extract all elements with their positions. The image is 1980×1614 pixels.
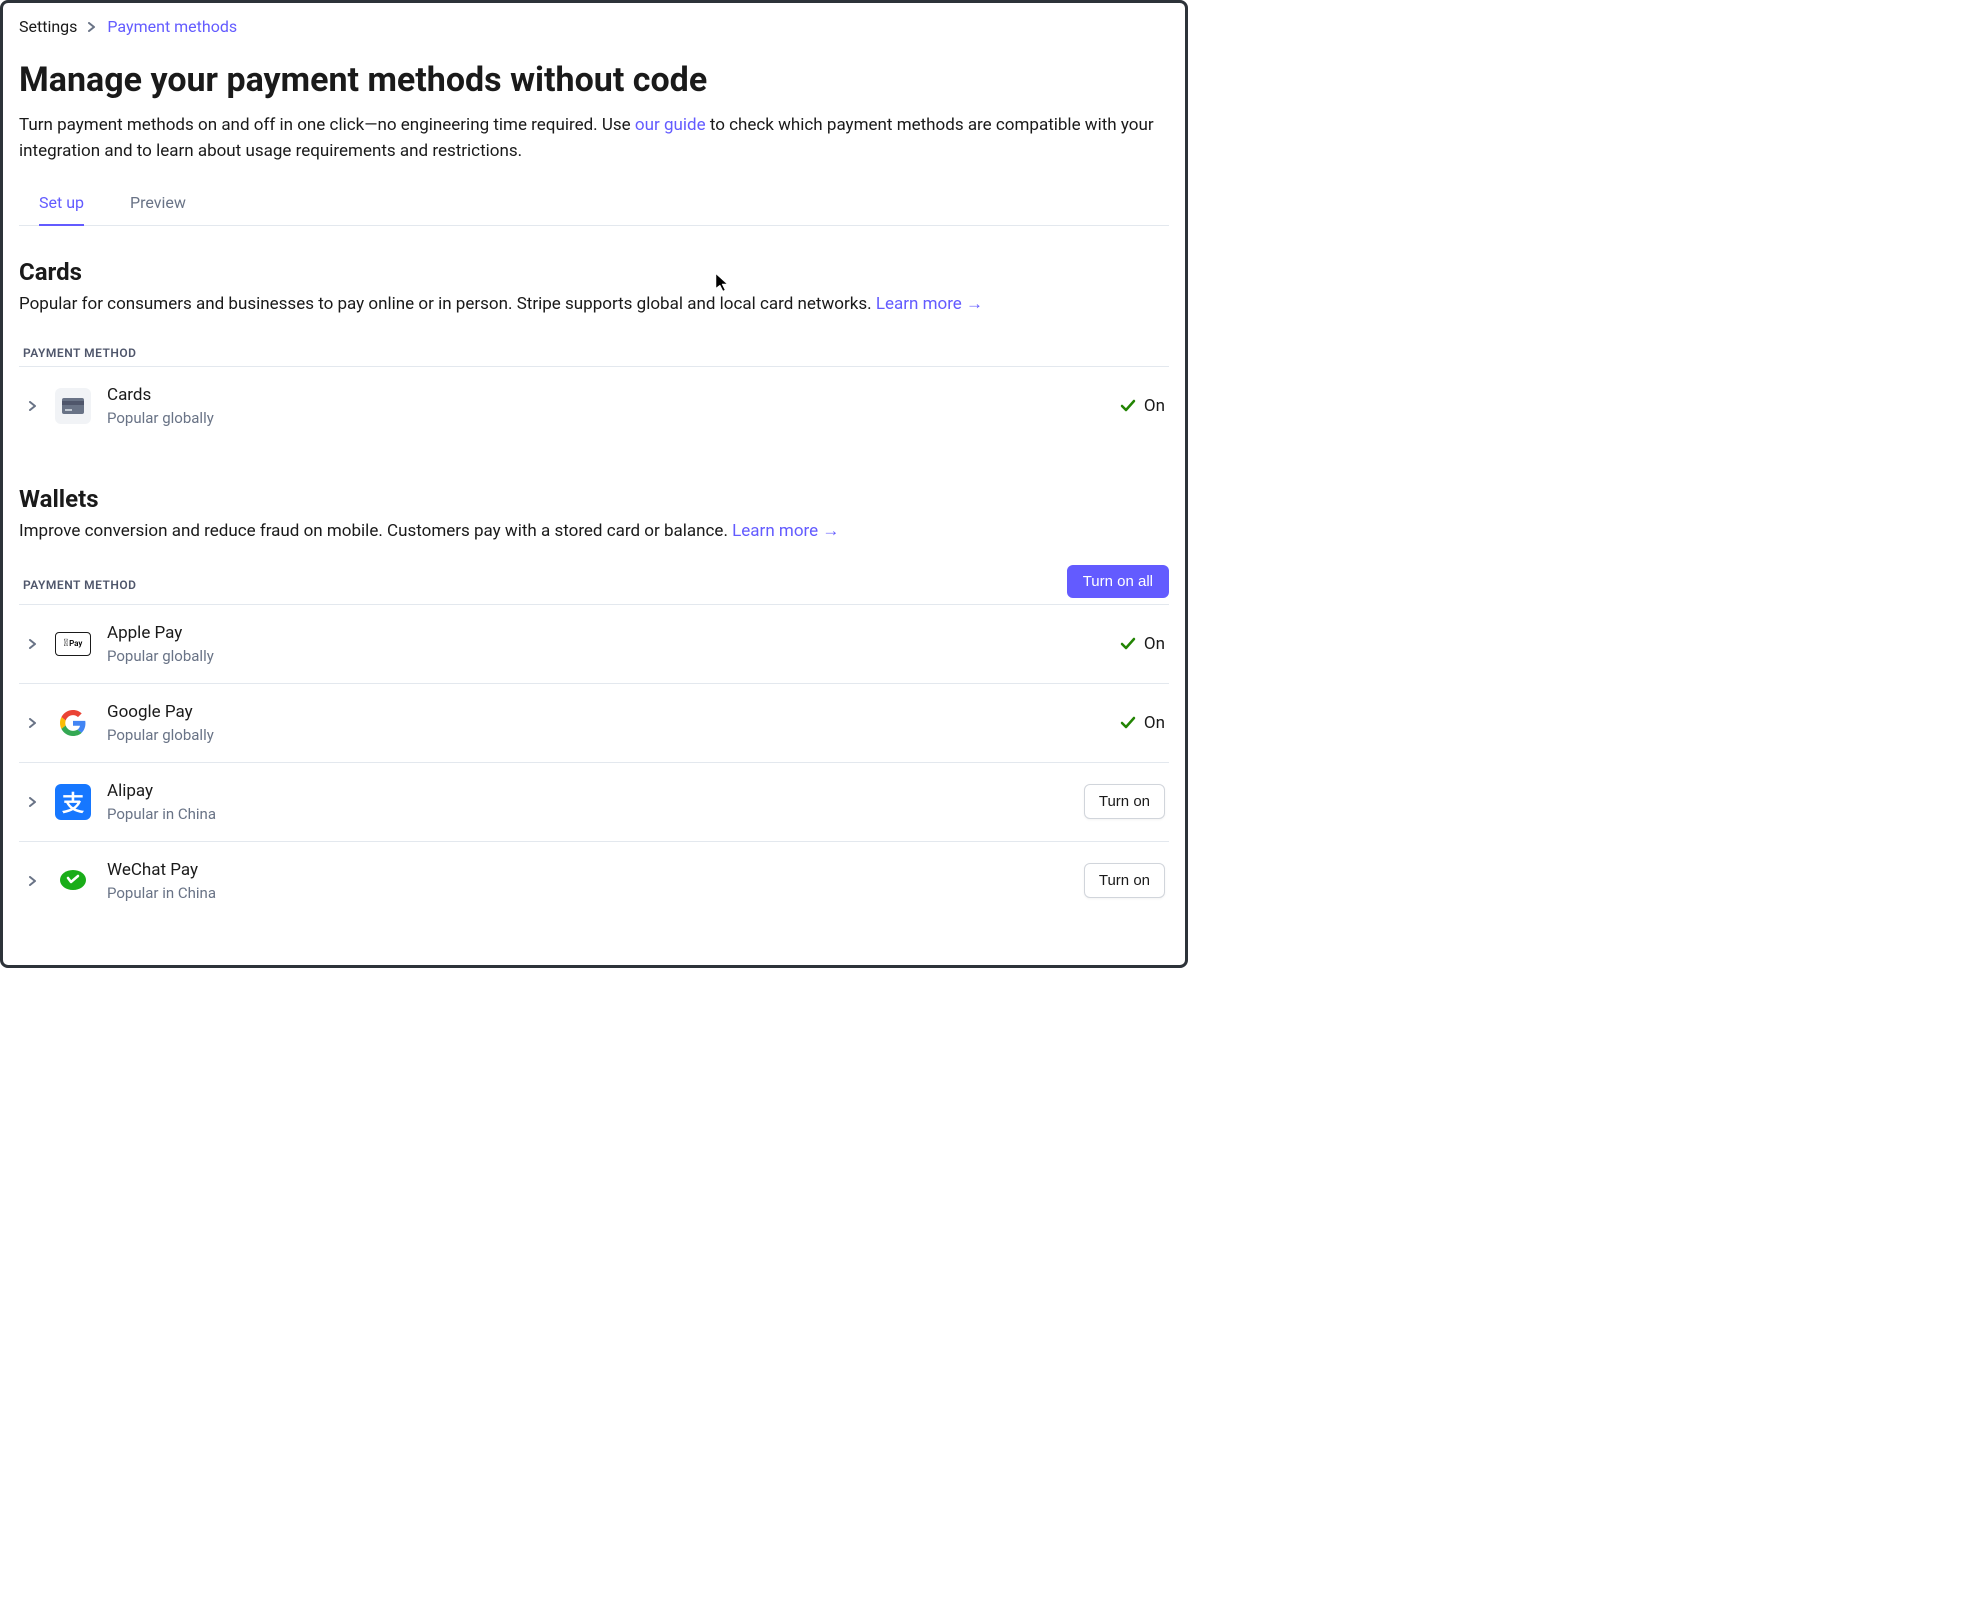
expand-icon[interactable] bbox=[23, 401, 43, 411]
method-name: Cards bbox=[107, 385, 1120, 405]
turn-on-button[interactable]: Turn on bbox=[1084, 863, 1165, 898]
check-icon bbox=[1120, 398, 1136, 414]
method-popular: Popular in China bbox=[107, 884, 1084, 902]
status-on: On bbox=[1120, 396, 1165, 416]
payment-method-header-label: PAYMENT METHOD bbox=[19, 578, 136, 592]
check-icon bbox=[1120, 636, 1136, 652]
status-on: On bbox=[1120, 634, 1165, 654]
expand-icon[interactable] bbox=[23, 718, 43, 728]
on-label: On bbox=[1144, 634, 1165, 654]
learn-more-cards-link[interactable]: Learn more → bbox=[876, 294, 983, 314]
breadcrumb: Settings Payment methods bbox=[19, 17, 1169, 36]
turn-on-button[interactable]: Turn on bbox=[1084, 784, 1165, 819]
table-header-wallets: PAYMENT METHOD Turn on all bbox=[19, 573, 1169, 605]
method-popular: Popular globally bbox=[107, 647, 1120, 665]
wechat-pay-icon bbox=[55, 863, 91, 899]
section-desc-cards: Popular for consumers and businesses to … bbox=[19, 294, 1169, 314]
method-row-cards[interactable]: Cards Popular globally On bbox=[19, 367, 1169, 445]
method-popular: Popular globally bbox=[107, 726, 1120, 744]
method-row-apple-pay[interactable]: Pay Apple Pay Popular globally On bbox=[19, 605, 1169, 684]
alipay-icon: 支 bbox=[55, 784, 91, 820]
learn-more-wallets-link[interactable]: Learn more → bbox=[732, 521, 839, 541]
tab-set-up[interactable]: Set up bbox=[39, 193, 84, 226]
section-desc-cards-text: Popular for consumers and businesses to … bbox=[19, 294, 876, 314]
on-label: On bbox=[1144, 713, 1165, 733]
method-info: Alipay Popular in China bbox=[107, 781, 1084, 823]
tab-preview[interactable]: Preview bbox=[130, 193, 186, 226]
section-desc-wallets-text: Improve conversion and reduce fraud on m… bbox=[19, 521, 732, 541]
turn-on-all-button[interactable]: Turn on all bbox=[1067, 565, 1169, 598]
google-pay-icon bbox=[55, 705, 91, 741]
check-icon bbox=[1120, 715, 1136, 731]
payment-method-header-label: PAYMENT METHOD bbox=[19, 346, 136, 360]
method-row-alipay[interactable]: 支 Alipay Popular in China Turn on bbox=[19, 763, 1169, 842]
on-label: On bbox=[1144, 396, 1165, 416]
chevron-right-icon bbox=[87, 17, 97, 36]
method-info: WeChat Pay Popular in China bbox=[107, 860, 1084, 902]
table-header-cards: PAYMENT METHOD bbox=[19, 346, 1169, 367]
method-info: Cards Popular globally bbox=[107, 385, 1120, 427]
our-guide-link[interactable]: our guide bbox=[635, 115, 706, 135]
page-subtitle: Turn payment methods on and off in one c… bbox=[19, 112, 1169, 165]
method-name: Alipay bbox=[107, 781, 1084, 801]
section-title-wallets: Wallets bbox=[19, 485, 1169, 513]
section-desc-wallets: Improve conversion and reduce fraud on m… bbox=[19, 521, 1169, 541]
method-name: WeChat Pay bbox=[107, 860, 1084, 880]
subtitle-text-before: Turn payment methods on and off in one c… bbox=[19, 115, 635, 135]
method-row-wechat-pay[interactable]: WeChat Pay Popular in China Turn on bbox=[19, 842, 1169, 920]
method-popular: Popular in China bbox=[107, 805, 1084, 823]
breadcrumb-current[interactable]: Payment methods bbox=[107, 17, 237, 36]
tabs: Set up Preview bbox=[19, 193, 1169, 226]
method-row-google-pay[interactable]: Google Pay Popular globally On bbox=[19, 684, 1169, 763]
breadcrumb-parent[interactable]: Settings bbox=[19, 17, 77, 36]
section-wallets: Wallets Improve conversion and reduce fr… bbox=[19, 485, 1169, 920]
expand-icon[interactable] bbox=[23, 639, 43, 649]
method-name: Google Pay bbox=[107, 702, 1120, 722]
expand-icon[interactable] bbox=[23, 797, 43, 807]
cards-icon bbox=[55, 388, 91, 424]
section-cards: Cards Popular for consumers and business… bbox=[19, 258, 1169, 445]
method-name: Apple Pay bbox=[107, 623, 1120, 643]
method-popular: Popular globally bbox=[107, 409, 1120, 427]
page-title: Manage your payment methods without code bbox=[19, 60, 1169, 100]
status-on: On bbox=[1120, 713, 1165, 733]
section-title-cards: Cards bbox=[19, 258, 1169, 286]
method-info: Apple Pay Popular globally bbox=[107, 623, 1120, 665]
apple-pay-icon: Pay bbox=[55, 626, 91, 662]
expand-icon[interactable] bbox=[23, 876, 43, 886]
method-info: Google Pay Popular globally bbox=[107, 702, 1120, 744]
